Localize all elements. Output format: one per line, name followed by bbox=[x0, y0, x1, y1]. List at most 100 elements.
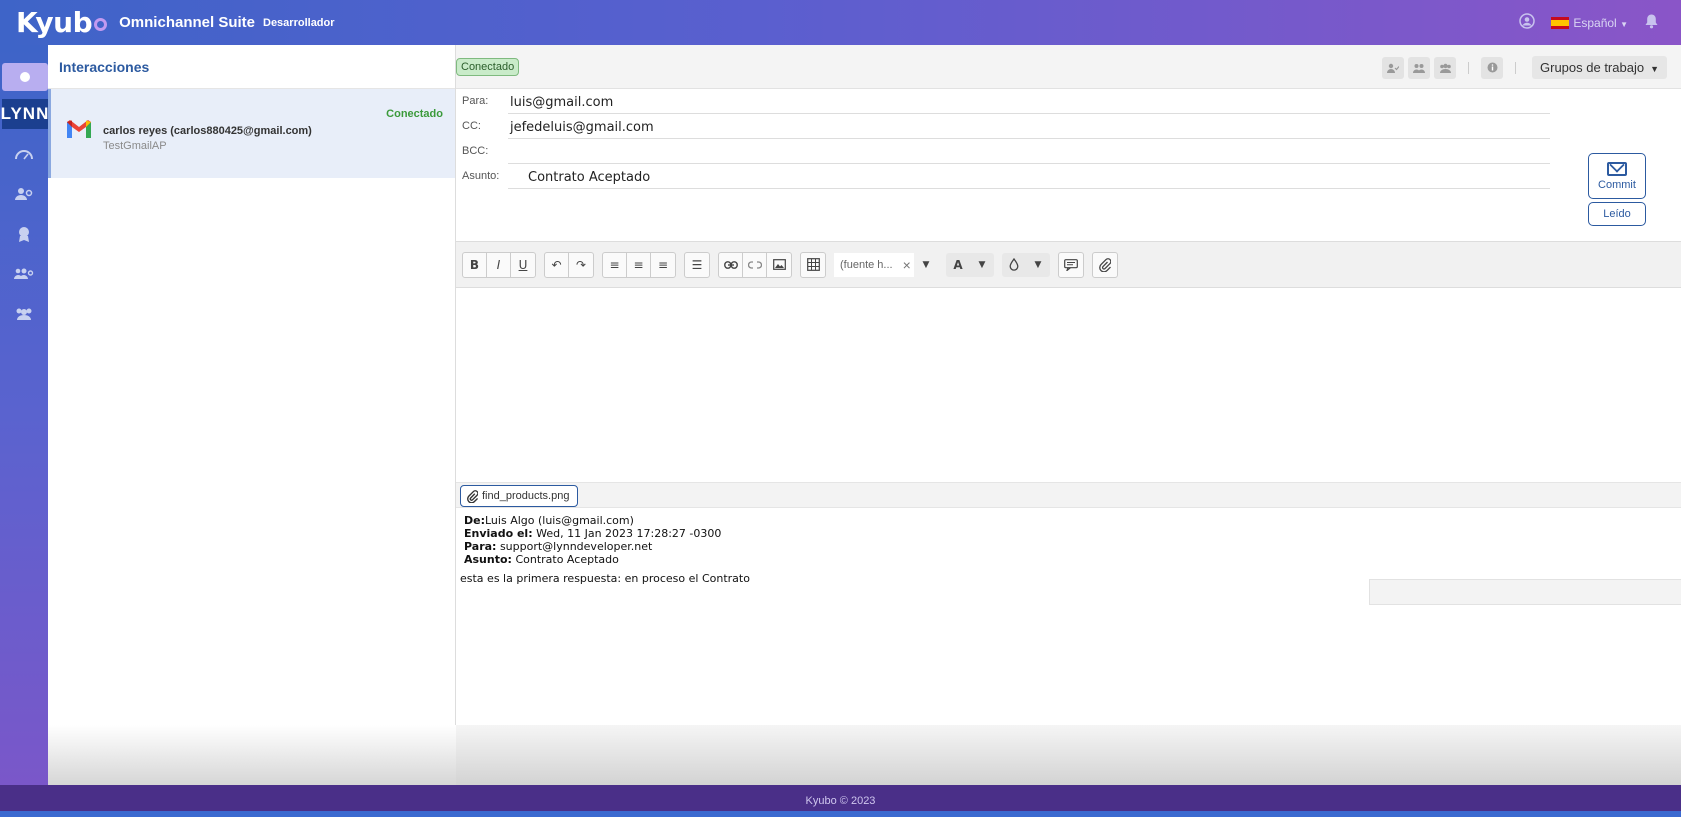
paperclip-icon bbox=[467, 489, 478, 503]
highlight-group: ▼ bbox=[1002, 252, 1050, 277]
transfer-users-icon[interactable] bbox=[1408, 56, 1430, 79]
contact-account: TestGmailAP bbox=[103, 140, 167, 152]
to-label: Para: bbox=[462, 95, 489, 107]
to-field[interactable]: luis@gmail.com bbox=[508, 92, 1550, 114]
text-style-group: B I U bbox=[462, 251, 536, 278]
font-family-select[interactable]: (fuente h... × bbox=[834, 252, 914, 277]
cc-field[interactable]: jefedeluis@gmail.com bbox=[508, 117, 1550, 139]
clear-icon[interactable]: × bbox=[903, 257, 911, 273]
nav-item-teams[interactable] bbox=[0, 259, 48, 289]
email-composer: Conectado Grupos de trabajo ▼ Para: luis@… bbox=[456, 45, 1681, 785]
info-icon[interactable] bbox=[1481, 56, 1503, 79]
font-family-group: (fuente h... × ▼ bbox=[834, 252, 938, 277]
group-users-icon[interactable] bbox=[1434, 56, 1456, 79]
align-right-icon[interactable]: ≡ bbox=[651, 253, 675, 277]
nav-item-user-settings[interactable] bbox=[0, 179, 48, 209]
bcc-row: BCC: bbox=[456, 141, 1556, 165]
paperclip-icon[interactable] bbox=[1093, 253, 1117, 277]
separator bbox=[1515, 61, 1516, 74]
attachment-filename: find_products.png bbox=[482, 490, 570, 502]
quoted-subject: Asunto: Contrato Aceptado bbox=[464, 553, 750, 566]
quoted-subject-label: Asunto: bbox=[464, 553, 512, 566]
subject-row: Asunto: Contrato Aceptado bbox=[456, 166, 1556, 190]
workgroups-dropdown[interactable]: Grupos de trabajo ▼ bbox=[1532, 56, 1667, 79]
highlight-caret-icon[interactable]: ▼ bbox=[1026, 253, 1050, 277]
interactions-panel: Interacciones carlos reyes (carlos880425… bbox=[48, 45, 456, 785]
language-selector[interactable]: Español ▼ bbox=[1551, 16, 1628, 30]
bold-button[interactable]: B bbox=[463, 252, 487, 277]
status-badge: Conectado bbox=[386, 108, 443, 120]
top-bar: Kyub Omnichannel Suite Desarrollador Esp… bbox=[0, 0, 1681, 45]
quoted-subject-value: Contrato Aceptado bbox=[515, 553, 619, 566]
dot-icon bbox=[20, 72, 30, 82]
assign-user-icon[interactable] bbox=[1382, 56, 1404, 79]
table-group bbox=[800, 251, 826, 278]
composer-top-bar: Conectado Grupos de trabajo ▼ bbox=[456, 45, 1681, 89]
user-icon[interactable] bbox=[1519, 13, 1536, 32]
app-subtitle: Desarrollador bbox=[263, 16, 335, 29]
align-center-icon[interactable]: ≡ bbox=[627, 252, 651, 277]
quoted-to: Para: support@lynndeveloper.net bbox=[464, 540, 750, 553]
attachment-chip[interactable]: find_products.png bbox=[460, 485, 579, 507]
kyubo-logo[interactable]: Kyub bbox=[16, 6, 108, 39]
nav-item-awards[interactable] bbox=[0, 219, 48, 249]
gauge-icon bbox=[15, 150, 33, 160]
quoted-sent-value: Wed, 11 Jan 2023 17:28:27 -0300 bbox=[536, 527, 722, 540]
commit-label: Commit bbox=[1598, 178, 1636, 191]
unlink-icon[interactable] bbox=[743, 252, 767, 277]
font-color-caret-icon[interactable]: ▼ bbox=[970, 253, 994, 277]
subject-field[interactable]: Contrato Aceptado bbox=[508, 167, 1550, 189]
editor-toolbar: B I U ↶ ↷ ≡ ≡ ≡ ☰ (fuente h... × ▼ A ▼ ▼ bbox=[456, 241, 1681, 288]
left-nav-rail: LYNN bbox=[0, 45, 48, 785]
align-left-icon[interactable]: ≡ bbox=[603, 252, 627, 277]
nav-item-dashboard[interactable] bbox=[0, 139, 48, 169]
quoted-to-label: Para: bbox=[464, 540, 497, 553]
read-button[interactable]: Leído bbox=[1588, 202, 1646, 226]
quoted-sent-label: Enviado el: bbox=[464, 527, 533, 540]
interaction-item[interactable]: carlos reyes (carlos880425@gmail.com) Te… bbox=[48, 89, 455, 178]
quoted-from-value: Luis Algo (luis@gmail.com) bbox=[485, 514, 634, 527]
main-bottom-fade bbox=[456, 725, 1681, 785]
underline-button[interactable]: U bbox=[511, 253, 535, 277]
quoted-from: De:Luis Algo (luis@gmail.com) bbox=[464, 514, 750, 527]
list-group: ☰ bbox=[684, 251, 710, 278]
users-gear-icon bbox=[14, 268, 34, 279]
gmail-icon bbox=[67, 120, 91, 138]
contact-name: carlos reyes (carlos880425@gmail.com) bbox=[103, 125, 312, 137]
font-dropdown-caret-icon[interactable]: ▼ bbox=[914, 253, 938, 277]
comment-icon[interactable] bbox=[1059, 253, 1083, 277]
user-gear-icon bbox=[15, 188, 33, 200]
quoted-sent: Enviado el: Wed, 11 Jan 2023 17:28:27 -0… bbox=[464, 527, 750, 540]
quoted-body: esta es la primera respuesta: en proceso… bbox=[460, 572, 750, 585]
link-icon[interactable] bbox=[719, 252, 743, 277]
commit-button[interactable]: Commit bbox=[1588, 153, 1646, 199]
bcc-field[interactable] bbox=[508, 142, 1550, 164]
caret-down-icon: ▼ bbox=[1650, 64, 1659, 74]
redo-icon[interactable]: ↷ bbox=[569, 253, 593, 277]
nav-item-interactions[interactable] bbox=[2, 63, 48, 91]
attach-group bbox=[1092, 251, 1118, 278]
award-icon bbox=[19, 227, 29, 242]
quoted-to-value: support@lynndeveloper.net bbox=[499, 540, 653, 553]
spain-flag-icon bbox=[1551, 16, 1570, 29]
nav-item-groups[interactable] bbox=[0, 299, 48, 329]
quoted-message: De:Luis Algo (luis@gmail.com) Enviado el… bbox=[460, 514, 750, 585]
table-icon[interactable] bbox=[801, 253, 825, 277]
image-icon[interactable] bbox=[767, 253, 791, 277]
font-color-button[interactable]: A bbox=[946, 253, 970, 277]
italic-button[interactable]: I bbox=[487, 252, 511, 277]
bell-icon[interactable] bbox=[1644, 13, 1659, 32]
lynn-logo[interactable]: LYNN bbox=[1, 99, 48, 129]
workgroups-label: Grupos de trabajo bbox=[1540, 60, 1645, 75]
editor-body[interactable] bbox=[456, 288, 1681, 482]
font-color-group: A ▼ bbox=[946, 252, 994, 277]
users-icon bbox=[16, 308, 32, 320]
to-row: Para: luis@gmail.com bbox=[456, 91, 1556, 115]
app-title: Omnichannel Suite bbox=[119, 14, 255, 31]
envelope-icon bbox=[1607, 161, 1627, 176]
composer-top-actions: Grupos de trabajo ▼ bbox=[1382, 56, 1667, 79]
insert-group bbox=[718, 251, 792, 278]
undo-icon[interactable]: ↶ bbox=[545, 252, 569, 277]
bullet-list-icon[interactable]: ☰ bbox=[685, 253, 709, 277]
droplet-icon[interactable] bbox=[1002, 253, 1026, 277]
